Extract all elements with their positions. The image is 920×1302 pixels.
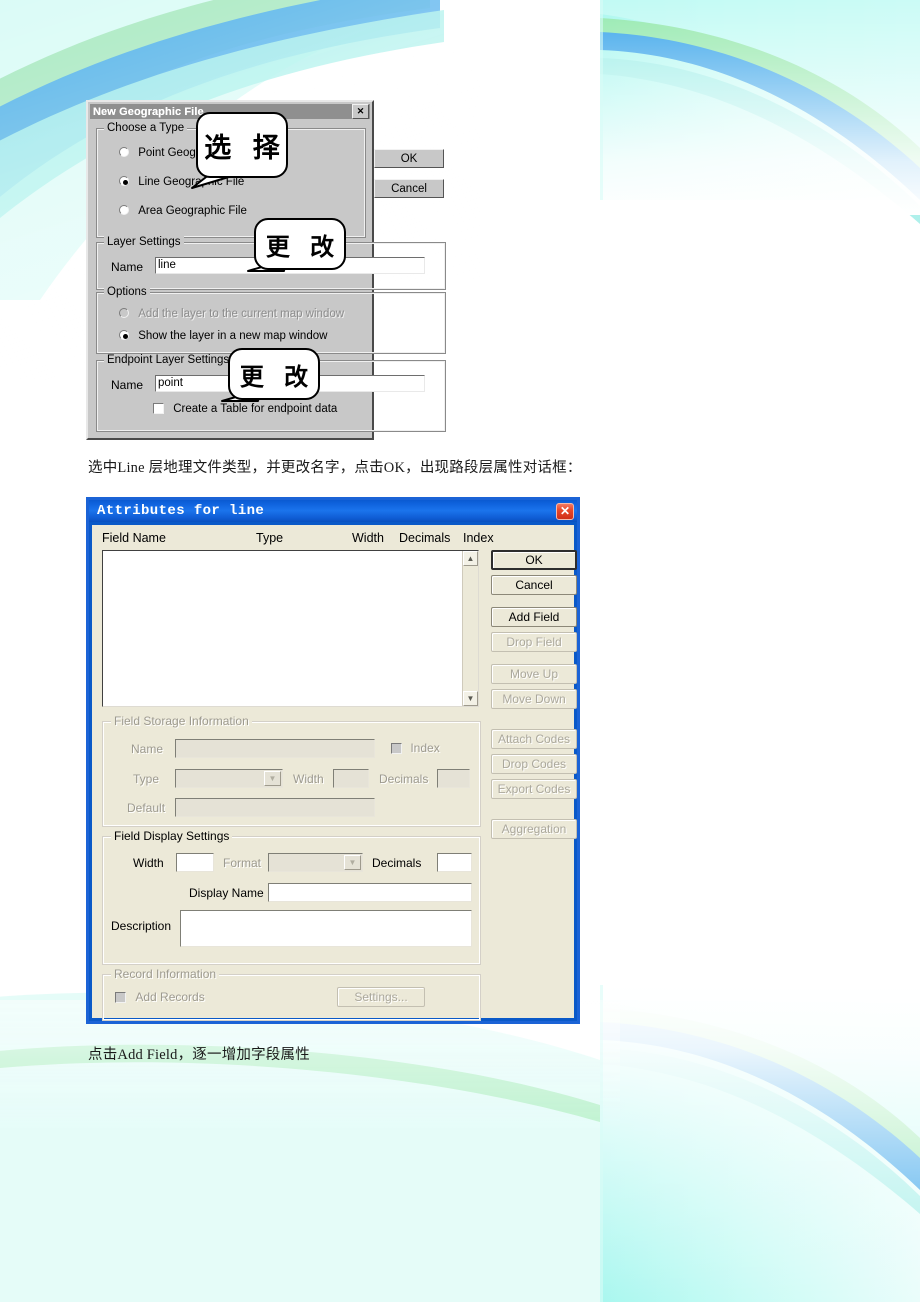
- storage-type-label: Type: [133, 772, 160, 786]
- field-list[interactable]: ▲ ▼: [102, 550, 479, 707]
- display-name-input[interactable]: [268, 883, 472, 902]
- radio-area-geographic-file[interactable]: Area Geographic File: [119, 205, 247, 217]
- radio-icon: [119, 308, 129, 318]
- aggregation-button: Aggregation: [491, 819, 577, 839]
- move-down-button: Move Down: [491, 689, 577, 709]
- column-header-field-name: Field Name: [102, 531, 166, 545]
- display-decimals-input[interactable]: [437, 853, 472, 872]
- column-header-type: Type: [256, 531, 284, 545]
- storage-decimals-input: [437, 769, 470, 788]
- cancel-button[interactable]: Cancel: [491, 575, 577, 595]
- add-field-button[interactable]: Add Field: [491, 607, 577, 627]
- storage-width-label: Width: [293, 772, 324, 786]
- radio-label: Area Geographic File: [138, 205, 247, 217]
- caption-middle: 选中Line 层地理文件类型，并更改名字，点击OK，出现路段层属性对话框：: [88, 460, 582, 476]
- record-information-legend: Record Information: [111, 967, 220, 981]
- endpoint-name-label: Name: [111, 378, 144, 392]
- export-codes-button: Export Codes: [491, 779, 577, 799]
- display-name-label: Display Name: [189, 886, 264, 900]
- display-width-label: Width: [133, 856, 164, 870]
- field-display-settings-group: Field Display Settings Width Format ▼ De…: [102, 829, 481, 965]
- scroll-down-icon[interactable]: ▼: [463, 691, 478, 706]
- settings-button: Settings...: [337, 987, 425, 1007]
- radio-label: Show the layer in a new map window: [138, 330, 328, 342]
- radio-icon: [119, 330, 129, 340]
- field-display-legend: Field Display Settings: [111, 829, 233, 843]
- description-label: Description: [111, 919, 172, 933]
- cancel-button[interactable]: Cancel: [374, 179, 444, 198]
- attributes-for-line-dialog: Attributes for line ✕ Field Name Type Wi…: [86, 497, 580, 1024]
- caption-bottom: 点击Add Field，逐一增加字段属性: [88, 1047, 310, 1063]
- dialog2-title: Attributes for line: [97, 503, 265, 519]
- callout-text: 选 择: [196, 112, 288, 178]
- attach-codes-button: Attach Codes: [491, 729, 577, 749]
- description-input[interactable]: [180, 910, 472, 947]
- display-format-label: Format: [223, 856, 262, 870]
- chevron-down-icon: ▼: [264, 771, 281, 786]
- storage-default-label: Default: [127, 801, 166, 815]
- dialog2-titlebar[interactable]: Attributes for line ✕: [89, 500, 577, 522]
- dialog2-body: Field Name Type Width Decimals Index ▲ ▼…: [92, 525, 577, 1021]
- storage-width-input: [333, 769, 369, 788]
- display-width-input[interactable]: [176, 853, 214, 872]
- drop-codes-button: Drop Codes: [491, 754, 577, 774]
- scroll-up-icon[interactable]: ▲: [463, 551, 478, 566]
- choose-a-type-legend: Choose a Type: [104, 122, 188, 134]
- callout-rename-endpoint: 更 改: [220, 348, 320, 414]
- callout-text: 更 改: [228, 348, 320, 400]
- radio-icon: [119, 205, 129, 215]
- field-storage-legend: Field Storage Information: [111, 714, 252, 728]
- storage-name-label: Name: [131, 742, 164, 756]
- document-page: New Geographic File ✕ Choose a Type Poin…: [0, 0, 920, 1302]
- checkbox-icon: [153, 403, 164, 414]
- radio-icon: [119, 176, 129, 186]
- column-header-index: Index: [463, 531, 494, 545]
- checkbox-icon: [115, 992, 126, 1003]
- checkbox-label: Add Records: [135, 990, 205, 1004]
- storage-default-input: [175, 798, 375, 817]
- options-legend: Options: [104, 286, 150, 298]
- close-icon[interactable]: ✕: [352, 104, 369, 119]
- display-decimals-label: Decimals: [372, 856, 422, 870]
- storage-type-select: ▼: [175, 769, 283, 788]
- drop-field-button: Drop Field: [491, 632, 577, 652]
- radio-icon: [119, 147, 129, 157]
- column-header-decimals: Decimals: [399, 531, 451, 545]
- field-storage-information-group: Field Storage Information Name Index Typ…: [102, 714, 481, 827]
- add-records-checkbox: Add Records: [115, 990, 205, 1004]
- record-information-group: Record Information Add Records Settings.…: [102, 967, 481, 1021]
- chevron-down-icon: ▼: [344, 855, 361, 870]
- field-list-scrollbar[interactable]: ▲ ▼: [462, 551, 478, 706]
- display-format-select: ▼: [268, 853, 363, 872]
- storage-name-input: [175, 739, 375, 758]
- radio-show-layer-new-map-window[interactable]: Show the layer in a new map window: [119, 330, 327, 342]
- ok-button[interactable]: OK: [374, 149, 444, 168]
- column-header-width: Width: [352, 531, 384, 545]
- checkbox-icon: [391, 743, 402, 754]
- close-icon[interactable]: ✕: [556, 502, 574, 520]
- layer-settings-legend: Layer Settings: [104, 236, 184, 248]
- radio-add-layer-current-map-window[interactable]: Add the layer to the current map window: [119, 308, 344, 320]
- options-group: Options Add the layer to the current map…: [96, 286, 446, 354]
- ok-button[interactable]: OK: [491, 550, 577, 570]
- callout-text: 更 改: [254, 218, 346, 270]
- move-up-button: Move Up: [491, 664, 577, 684]
- storage-decimals-label: Decimals: [379, 772, 429, 786]
- callout-rename-layer: 更 改: [246, 218, 346, 284]
- storage-index-checkbox: Index: [391, 741, 440, 755]
- radio-label: Add the layer to the current map window: [138, 308, 345, 320]
- endpoint-legend: Endpoint Layer Settings: [104, 354, 233, 366]
- checkbox-label: Index: [410, 741, 440, 755]
- layer-name-label: Name: [111, 260, 144, 274]
- callout-select: 选 择: [176, 112, 288, 198]
